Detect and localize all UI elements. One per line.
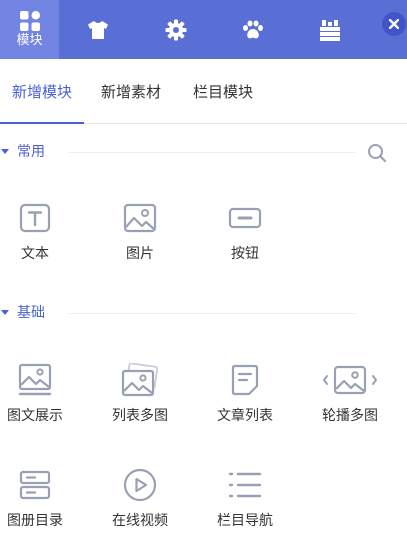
module-label: 文章列表 — [217, 408, 273, 424]
shirt-icon — [88, 20, 108, 39]
module-image-list[interactable]: 列表多图 — [100, 362, 180, 432]
grid-icon — [19, 11, 40, 31]
collapse-triangle-icon — [1, 149, 9, 154]
section-common-header[interactable]: 常用 — [0, 140, 407, 164]
module-article-list[interactable]: 文章列表 — [205, 362, 285, 432]
module-album-catalog[interactable]: 图册目录 — [0, 467, 75, 537]
module-label: 列表多图 — [112, 408, 168, 424]
image-list-icon — [121, 362, 159, 398]
tab-decoration[interactable] — [230, 0, 276, 59]
module-carousel[interactable]: 轮播多图 — [310, 362, 390, 432]
close-icon — [389, 19, 399, 29]
module-menu-nav[interactable]: 栏目导航 — [205, 467, 285, 537]
collapse-triangle-icon — [1, 310, 9, 315]
tab-modules[interactable]: 模块 — [0, 0, 59, 59]
album-catalog-icon — [16, 467, 54, 503]
tab-settings[interactable] — [153, 0, 199, 59]
module-label: 轮播多图 — [322, 408, 378, 424]
search-icon[interactable] — [366, 142, 388, 164]
tab-modules-label: 模块 — [16, 33, 43, 48]
divider — [68, 152, 356, 153]
tab-new-material[interactable]: 新增素材 — [101, 59, 161, 122]
article-list-icon — [226, 362, 264, 398]
section-basic-header[interactable]: 基础 — [0, 301, 407, 325]
image-icon — [121, 200, 159, 236]
module-image-text[interactable]: 图文展示 — [0, 362, 75, 432]
divider — [68, 313, 356, 314]
module-label: 图片 — [126, 246, 154, 262]
module-label: 图册目录 — [7, 513, 63, 529]
module-text[interactable]: 文本 — [0, 200, 75, 270]
tab-column-module[interactable]: 栏目模块 — [193, 59, 253, 122]
module-label: 按钮 — [231, 246, 259, 262]
tab-new-module[interactable]: 新增模块 — [0, 59, 84, 124]
tab-style[interactable] — [75, 0, 121, 59]
menu-nav-icon — [226, 467, 264, 503]
module-label: 在线视频 — [112, 513, 168, 529]
gear-icon — [165, 19, 187, 40]
module-label: 图文展示 — [7, 408, 63, 424]
tab-layers[interactable] — [307, 0, 353, 59]
module-video[interactable]: 在线视频 — [100, 467, 180, 537]
text-icon — [16, 200, 54, 236]
top-toolbar: 模块 — [0, 0, 407, 59]
module-label: 文本 — [21, 246, 49, 262]
module-label: 栏目导航 — [217, 513, 273, 529]
button-icon — [226, 200, 264, 236]
sub-tab-bar: 新增模块 新增素材 栏目模块 — [0, 59, 407, 124]
image-text-icon — [16, 362, 54, 398]
module-button[interactable]: 按钮 — [205, 200, 285, 270]
paw-icon — [243, 20, 263, 38]
section-common-title: 常用 — [17, 144, 45, 160]
video-icon — [121, 467, 159, 503]
stack-icon — [320, 19, 340, 41]
section-basic-title: 基础 — [17, 305, 45, 321]
close-button[interactable] — [382, 12, 406, 36]
module-image[interactable]: 图片 — [100, 200, 180, 270]
carousel-icon — [320, 362, 380, 398]
